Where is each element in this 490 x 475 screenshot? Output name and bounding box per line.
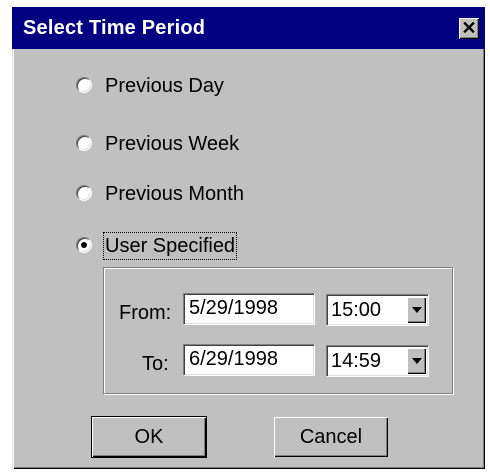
- cancel-button[interactable]: Cancel: [274, 417, 388, 457]
- ok-button[interactable]: OK: [91, 416, 207, 458]
- from-label: From:: [119, 302, 172, 324]
- from-time-select[interactable]: 15:00: [326, 294, 429, 326]
- radio-button-icon[interactable]: [76, 135, 92, 151]
- to-date-input[interactable]: 6/29/1998: [183, 344, 315, 376]
- title-bar: Select Time Period ✕: [12, 7, 485, 49]
- dialog-title: Select Time Period: [23, 17, 206, 39]
- to-label: To:: [142, 353, 169, 375]
- chevron-down-icon: [412, 358, 422, 364]
- radio-button-icon[interactable]: [76, 77, 92, 93]
- select-time-period-dialog: Select Time Period ✕ Previous Day Previo…: [12, 7, 485, 469]
- chevron-down-icon: [412, 307, 422, 313]
- radio-button-icon[interactable]: [76, 237, 92, 253]
- from-time-value: 15:00: [331, 299, 382, 321]
- close-button[interactable]: ✕: [459, 18, 479, 39]
- radio-selected-dot: [81, 242, 87, 248]
- to-time-dropdown-button[interactable]: [407, 348, 426, 374]
- close-icon: ✕: [461, 18, 477, 38]
- to-time-value: 14:59: [331, 350, 382, 372]
- radio-label: User Specified: [102, 232, 238, 260]
- radio-label: Previous Week: [105, 133, 240, 155]
- radio-label: Previous Month: [105, 183, 244, 205]
- to-time-select[interactable]: 14:59: [326, 345, 429, 377]
- from-time-dropdown-button[interactable]: [407, 297, 426, 323]
- radio-button-icon[interactable]: [76, 185, 92, 201]
- from-date-input[interactable]: 5/29/1998: [183, 293, 315, 325]
- date-range-group: From: 5/29/1998 15:00 To: 6/29/1998 14:5…: [103, 267, 453, 394]
- radio-label: Previous Day: [105, 75, 224, 97]
